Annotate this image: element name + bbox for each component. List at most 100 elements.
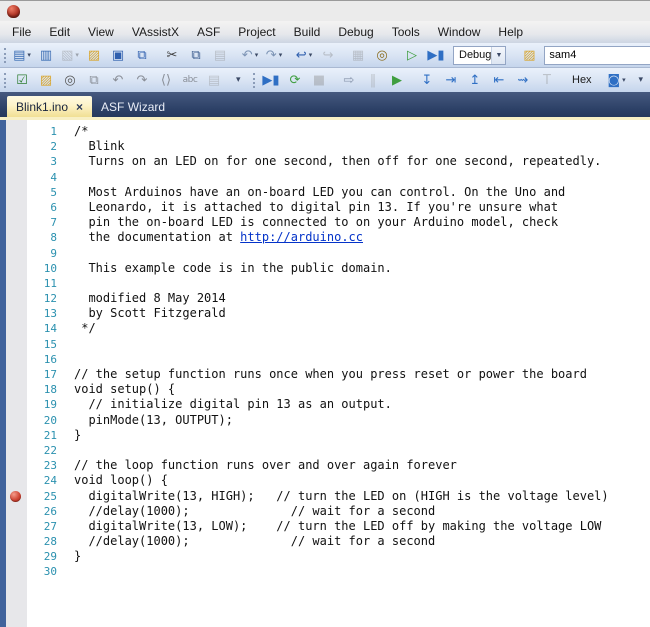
dropdown-arrow-icon[interactable]: ▾ (622, 76, 626, 84)
code-text[interactable]: */ (74, 321, 96, 336)
breakpoint-margin[interactable] (6, 504, 27, 519)
add-item-icon[interactable]: ▥ (35, 45, 57, 65)
breakpoint-margin[interactable] (6, 306, 27, 321)
breakpoint-margin[interactable] (6, 154, 27, 169)
code-line-5[interactable]: 5 Most Arduinos have an on-board LED you… (0, 185, 650, 200)
code-text[interactable]: Leonardo, it is attached to digital pin … (74, 200, 558, 215)
hex-display-button[interactable]: Hex (565, 72, 599, 88)
code-editor[interactable]: 1/*2 Blink3 Turns on an LED on for one s… (0, 120, 650, 627)
code-line-26[interactable]: 26 //delay(1000); // wait for a second (0, 504, 650, 519)
breakpoint-margin[interactable] (6, 321, 27, 336)
code-line-13[interactable]: 13 by Scott Fitzgerald (0, 306, 650, 321)
device-search-input[interactable] (544, 46, 650, 65)
redo-icon[interactable]: ↷▾ (263, 45, 285, 65)
rename-icon[interactable]: ⧉ (83, 70, 105, 90)
code-line-17[interactable]: 17// the setup function runs once when y… (0, 367, 650, 382)
watch-window-icon[interactable]: ▨ (518, 45, 540, 65)
spell-check-icon[interactable]: abc (179, 70, 201, 90)
code-line-27[interactable]: 27 digitalWrite(13, LOW); // turn the LE… (0, 519, 650, 534)
breakpoint-margin[interactable] (6, 458, 27, 473)
breakpoint-margin[interactable] (6, 230, 27, 245)
dropdown-arrow-icon[interactable]: ▾ (279, 51, 283, 59)
breakpoint-margin[interactable] (6, 337, 27, 352)
breakpoint-margin[interactable] (6, 397, 27, 412)
menu-item-view[interactable]: View (79, 23, 123, 41)
code-line-1[interactable]: 1/* (0, 124, 650, 139)
breakpoint-margin[interactable] (6, 276, 27, 291)
breakpoint-margin[interactable] (6, 519, 27, 534)
code-text[interactable]: Most Arduinos have an on-board LED you c… (74, 185, 565, 200)
code-line-7[interactable]: 7 pin the on-board LED is connected to o… (0, 215, 650, 230)
code-line-8[interactable]: 8 the documentation at http://arduino.cc (0, 230, 650, 245)
code-text[interactable]: //delay(1000); // wait for a second (74, 504, 435, 519)
code-line-30[interactable]: 30 (0, 564, 650, 579)
code-line-22[interactable]: 22 (0, 443, 650, 458)
tab-asf-wizard[interactable]: ASF Wizard (92, 96, 174, 117)
menu-item-project[interactable]: Project (229, 23, 284, 41)
code-line-24[interactable]: 24void loop() { (0, 473, 650, 488)
code-line-21[interactable]: 21} (0, 428, 650, 443)
menu-item-build[interactable]: Build (285, 23, 330, 41)
menu-item-edit[interactable]: Edit (40, 23, 79, 41)
code-text[interactable]: pin the on-board LED is connected to on … (74, 215, 558, 230)
arduino-cc-link[interactable]: http://arduino.cc (240, 230, 363, 244)
dropdown-arrow-icon[interactable]: ▾ (255, 51, 259, 59)
continue-icon[interactable]: ▶ (386, 70, 408, 90)
code-text[interactable]: //delay(1000); // wait for a second (74, 534, 435, 549)
new-file-icon[interactable]: ▤▾ (11, 45, 33, 65)
save-icon[interactable]: ▣ (107, 45, 129, 65)
breakpoint-margin[interactable] (6, 352, 27, 367)
code-line-4[interactable]: 4 (0, 170, 650, 185)
restart-icon[interactable]: ⟳ (284, 70, 306, 90)
breakpoint-margin[interactable] (6, 443, 27, 458)
breakpoint-margin[interactable] (6, 473, 27, 488)
step-into-icon[interactable]: ↧ (416, 70, 438, 90)
code-line-23[interactable]: 23// the loop function runs over and ove… (0, 458, 650, 473)
code-text[interactable]: // the setup function runs once when you… (74, 367, 587, 382)
step-over-icon[interactable]: ⇥ (440, 70, 462, 90)
code-line-16[interactable]: 16 (0, 352, 650, 367)
code-text[interactable]: // the loop function runs over and over … (74, 458, 457, 473)
surround-with-icon[interactable]: ⟨⟩ (155, 70, 177, 90)
dropdown-arrow-icon[interactable]: ▼ (491, 47, 505, 64)
code-line-28[interactable]: 28 //delay(1000); // wait for a second (0, 534, 650, 549)
breakpoint-margin[interactable] (6, 489, 27, 504)
code-text[interactable]: the documentation at http://arduino.cc (74, 230, 363, 245)
code-text[interactable]: } (74, 428, 81, 443)
code-line-20[interactable]: 20 pinMode(13, OUTPUT); (0, 413, 650, 428)
refactor-redo-icon[interactable]: ↷ (131, 70, 153, 90)
menu-item-tools[interactable]: Tools (383, 23, 429, 41)
open-example-icon[interactable]: ▨ (35, 70, 57, 90)
code-line-10[interactable]: 10 This example code is in the public do… (0, 261, 650, 276)
breakpoint-margin[interactable] (6, 124, 27, 139)
code-text[interactable]: Turns on an LED on for one second, then … (74, 154, 601, 169)
code-line-14[interactable]: 14 */ (0, 321, 650, 336)
code-line-2[interactable]: 2 Blink (0, 139, 650, 154)
code-text[interactable]: This example code is in the public domai… (74, 261, 392, 276)
code-text[interactable]: void setup() { (74, 382, 175, 397)
breakpoint-margin[interactable] (6, 139, 27, 154)
code-text[interactable]: digitalWrite(13, LOW); // turn the LED o… (74, 519, 601, 534)
code-line-15[interactable]: 15 (0, 337, 650, 352)
breakpoint-margin[interactable] (6, 534, 27, 549)
breakpoint-margin[interactable] (6, 200, 27, 215)
code-line-9[interactable]: 9 (0, 246, 650, 261)
processor-view-icon[interactable]: ◙▾ (606, 70, 628, 90)
breakpoint-margin[interactable] (6, 413, 27, 428)
breakpoint-margin[interactable] (6, 549, 27, 564)
menu-item-help[interactable]: Help (489, 23, 532, 41)
show-next-statement-icon[interactable]: ⇨ (338, 70, 360, 90)
menu-item-debug[interactable]: Debug (329, 23, 382, 41)
start-without-debugging-icon[interactable]: ▷ (401, 45, 423, 65)
save-all-icon[interactable]: ⧉ (131, 45, 153, 65)
start-debugging-icon[interactable]: ▶▮ (425, 45, 447, 65)
quick-find-icon[interactable]: ◎ (371, 45, 393, 65)
breakpoint-margin[interactable] (6, 291, 27, 306)
copy-icon[interactable]: ⧉ (185, 45, 207, 65)
set-next-statement-icon[interactable]: ⇝ (512, 70, 534, 90)
tab-blink1-ino[interactable]: Blink1.ino × (7, 96, 92, 117)
code-text[interactable]: // initialize digital pin 13 as an outpu… (74, 397, 392, 412)
dropdown-arrow-icon[interactable]: ▾ (75, 51, 79, 59)
breakpoint-margin[interactable] (6, 246, 27, 261)
menu-item-file[interactable]: File (3, 23, 40, 41)
